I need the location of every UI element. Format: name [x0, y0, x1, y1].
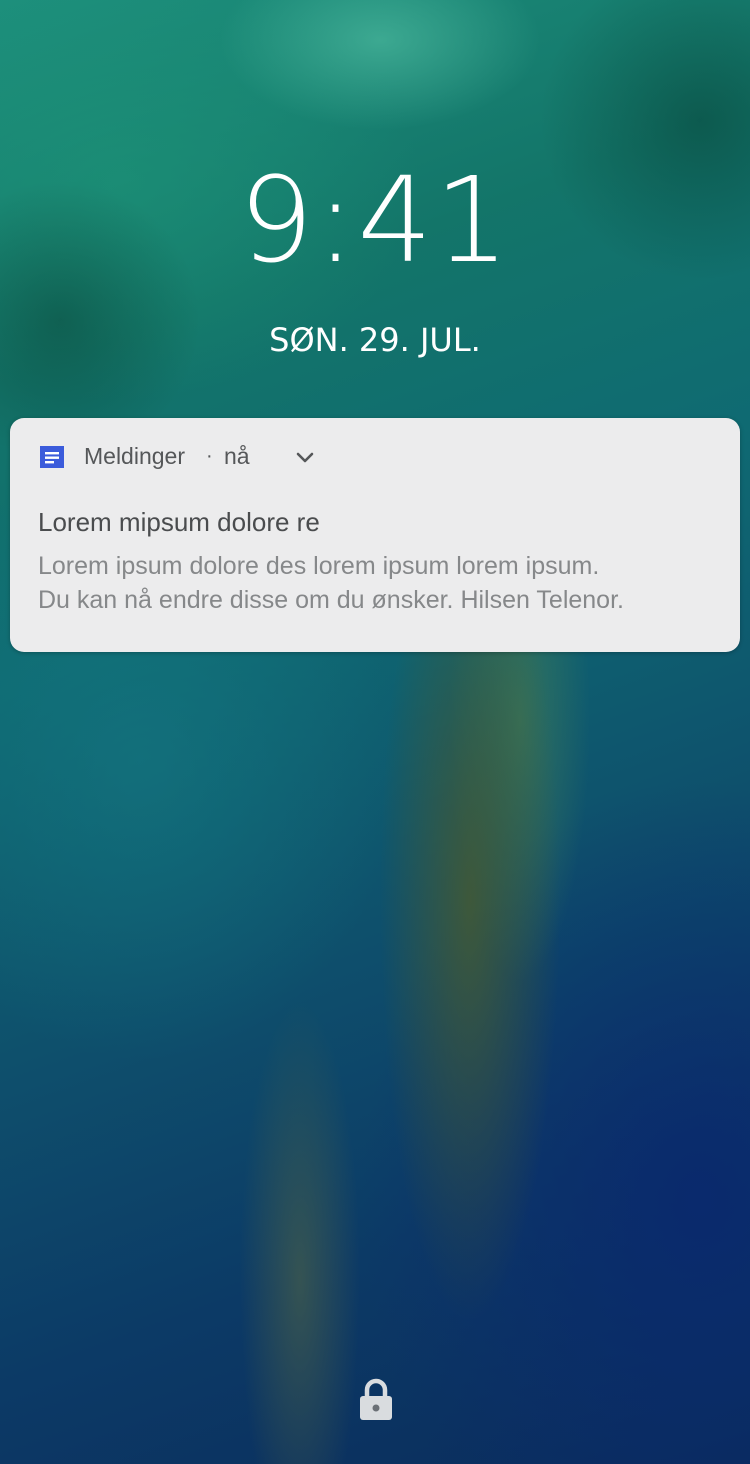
messages-icon [38, 444, 66, 470]
notification-app-name: Meldinger [84, 443, 185, 469]
notification-card[interactable]: Meldinger · nå Lorem mipsum dolore re Lo… [10, 418, 740, 652]
lockscreen-date: SØN. 29. JUL. [269, 321, 481, 359]
notification-body-line: Du kan nå endre disse om du ønsker. Hils… [38, 586, 624, 614]
notification-title: Lorem mipsum dolore re [38, 507, 320, 537]
lockscreen-clock: 9:41 [238, 151, 512, 289]
notification-separator: · [206, 445, 213, 467]
chevron-down-icon[interactable] [292, 444, 318, 470]
notification-time: nå [224, 443, 250, 469]
notification-body-line: Lorem ipsum dolore des lorem ipsum lorem… [38, 552, 600, 580]
lock-icon[interactable] [358, 1378, 394, 1422]
